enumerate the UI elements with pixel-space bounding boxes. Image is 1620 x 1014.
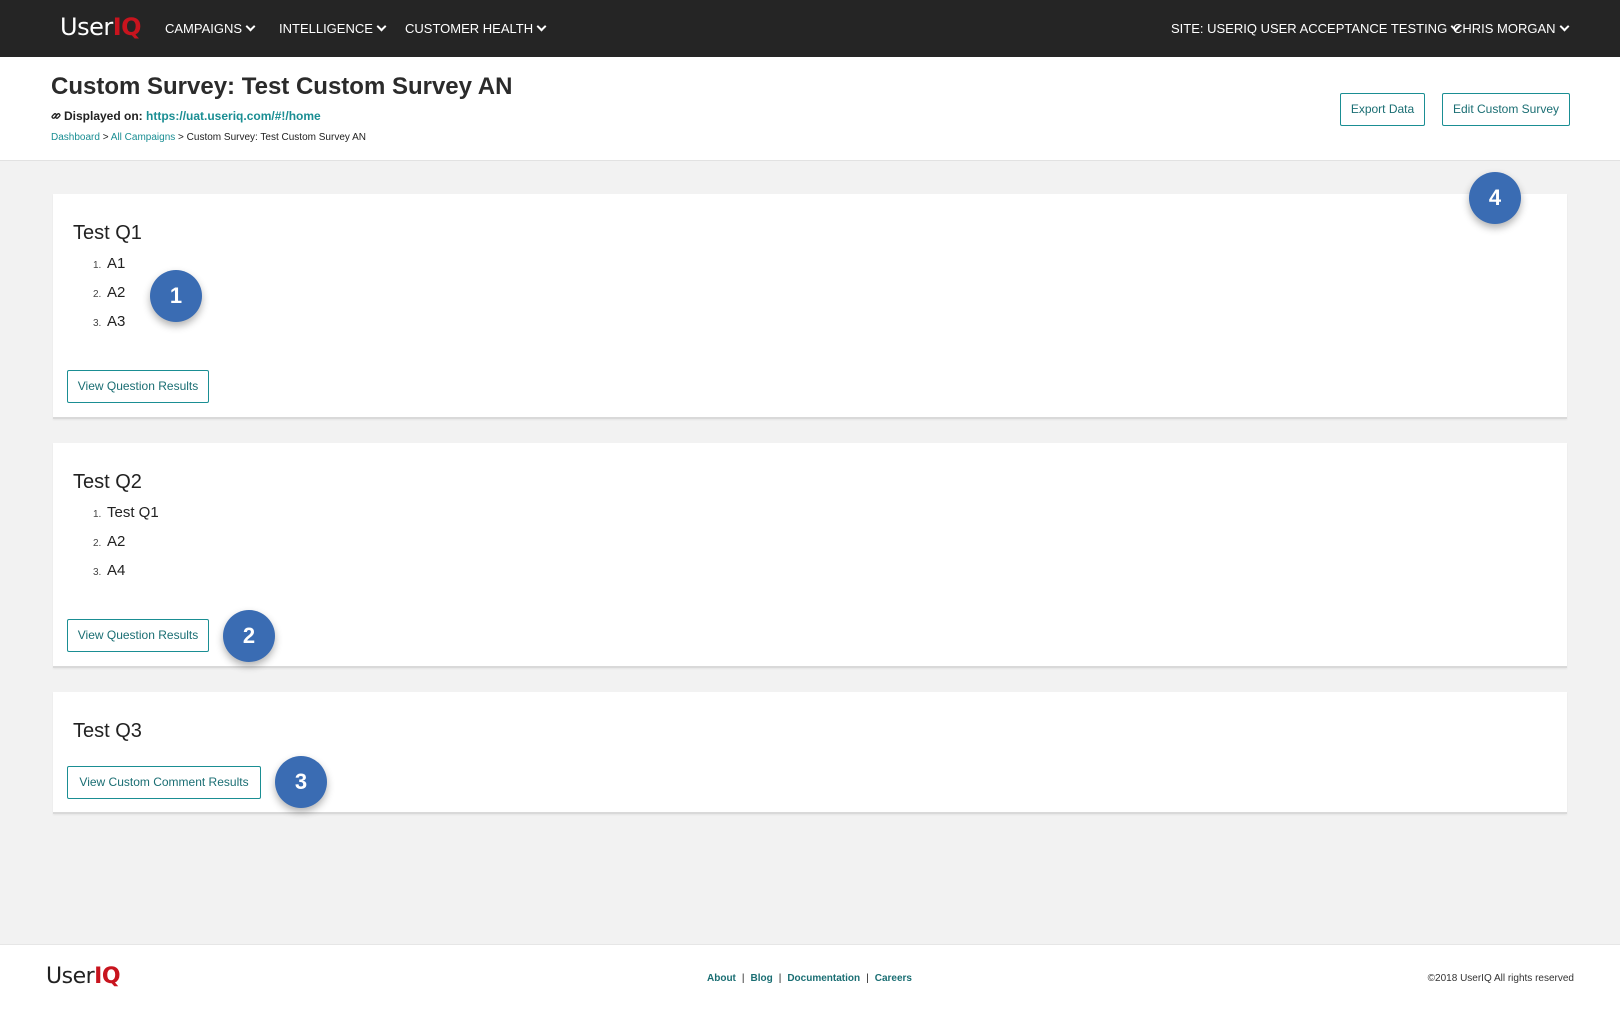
displayed-on-label: Displayed on: [64, 109, 143, 123]
answer-item: 1. A1 [93, 255, 125, 284]
answer-text: A2 [107, 533, 126, 550]
page-title: Custom Survey: Test Custom Survey AN [51, 73, 513, 100]
page-footer: UserIQ About | Blog | Documentation | Careers … [0, 944, 1620, 1014]
question-card: Test Q1 1. A1 2. A2 3. A3 View Question Res… [53, 194, 1567, 419]
callout-badge: 4 [1469, 172, 1521, 224]
footer-separator: | [778, 973, 782, 984]
footer-separator: | [741, 973, 745, 984]
question-title: Test Q3 [73, 720, 142, 742]
nav-campaigns-label: CAMPAIGNS [165, 21, 243, 36]
displayed-on: Displayed on: https://uat.useriq.com/#!/… [51, 109, 321, 123]
footer-link-careers[interactable]: Careers [875, 973, 912, 984]
nav-customer-health-label: CUSTOMER HEALTH [405, 21, 534, 36]
chevron-down-icon [245, 21, 256, 32]
answer-list: 1. Test Q1 2. A2 3. A4 [93, 504, 159, 591]
nav-user-label: CHRIS MORGAN [1453, 21, 1556, 36]
answer-number: 1. [93, 260, 102, 271]
view-question-results-button[interactable]: View Question Results [67, 619, 209, 652]
answer-text: A2 [107, 284, 126, 301]
top-navbar: UserIQ CAMPAIGNS INTELLIGENCE CUSTOMER H… [0, 0, 1620, 57]
answer-item: 2. A2 [93, 284, 125, 313]
copyright-text: ©2018 UserIQ All rights reserved [1427, 973, 1574, 984]
nav-site-selector[interactable]: SITE: USERIQ USER ACCEPTANCE TESTING [1171, 21, 1461, 36]
question-title: Test Q2 [73, 471, 142, 493]
logo-text-user: User [60, 13, 113, 41]
chevron-down-icon [536, 21, 547, 32]
answer-item: 3. A4 [93, 562, 159, 591]
callout-badge: 2 [223, 610, 275, 662]
answer-text: Test Q1 [107, 504, 159, 521]
logo-text-iq: IQ [94, 964, 121, 989]
footer-links: About | Blog | Documentation | Careers [707, 973, 912, 984]
nav-customer-health[interactable]: CUSTOMER HEALTH [405, 21, 547, 36]
nav-intelligence[interactable]: INTELLIGENCE [279, 21, 387, 36]
footer-link-about[interactable]: About [707, 973, 736, 984]
answer-text: A1 [107, 255, 126, 272]
footer-link-blog[interactable]: Blog [751, 973, 773, 984]
nav-campaigns[interactable]: CAMPAIGNS [165, 21, 256, 36]
answer-text: A3 [107, 313, 126, 330]
answer-item: 3. A3 [93, 313, 125, 342]
nav-user-menu[interactable]: CHRIS MORGAN [1453, 21, 1570, 36]
answer-number: 3. [93, 567, 102, 578]
answer-number: 1. [93, 509, 102, 520]
question-title: Test Q1 [73, 222, 142, 244]
chevron-down-icon [376, 21, 387, 32]
breadcrumb-dashboard-link[interactable]: Dashboard [51, 132, 100, 143]
breadcrumb-separator: > [178, 132, 184, 143]
displayed-url-link[interactable]: https://uat.useriq.com/#!/home [146, 109, 321, 123]
export-data-button[interactable]: Export Data [1340, 93, 1425, 126]
breadcrumb-current: Custom Survey: Test Custom Survey AN [186, 132, 366, 143]
nav-intelligence-label: INTELLIGENCE [279, 21, 373, 36]
footer-link-documentation[interactable]: Documentation [787, 973, 860, 984]
answer-item: 1. Test Q1 [93, 504, 159, 533]
breadcrumb-all-campaigns-link[interactable]: All Campaigns [111, 132, 175, 143]
callout-badge: 3 [275, 756, 327, 808]
logo-text-user: User [46, 964, 95, 989]
logo-text-iq: IQ [112, 13, 142, 41]
link-icon [51, 113, 61, 119]
useriq-logo[interactable]: UserIQ [60, 13, 142, 41]
answer-text: A4 [107, 562, 126, 579]
breadcrumb-separator: > [102, 132, 109, 143]
footer-useriq-logo[interactable]: UserIQ [46, 964, 121, 989]
answer-number: 3. [93, 318, 102, 329]
answer-number: 2. [93, 289, 102, 300]
chevron-down-icon [1559, 21, 1570, 32]
nav-site-label: SITE: USERIQ USER ACCEPTANCE TESTING [1171, 21, 1448, 36]
answer-list: 1. A1 2. A2 3. A3 [93, 255, 125, 342]
question-card: Test Q2 1. Test Q1 2. A2 3. A4 View Questio… [53, 443, 1567, 668]
view-custom-comment-results-button[interactable]: View Custom Comment Results [67, 766, 261, 799]
answer-item: 2. A2 [93, 533, 159, 562]
callout-badge: 1 [150, 270, 202, 322]
view-question-results-button[interactable]: View Question Results [67, 370, 209, 403]
breadcrumb: Dashboard > All Campaigns > Custom Surve… [51, 132, 366, 143]
footer-separator: | [866, 973, 869, 984]
answer-number: 2. [93, 538, 102, 549]
edit-custom-survey-button[interactable]: Edit Custom Survey [1442, 93, 1570, 126]
page-header: Custom Survey: Test Custom Survey AN Dis… [0, 57, 1620, 161]
